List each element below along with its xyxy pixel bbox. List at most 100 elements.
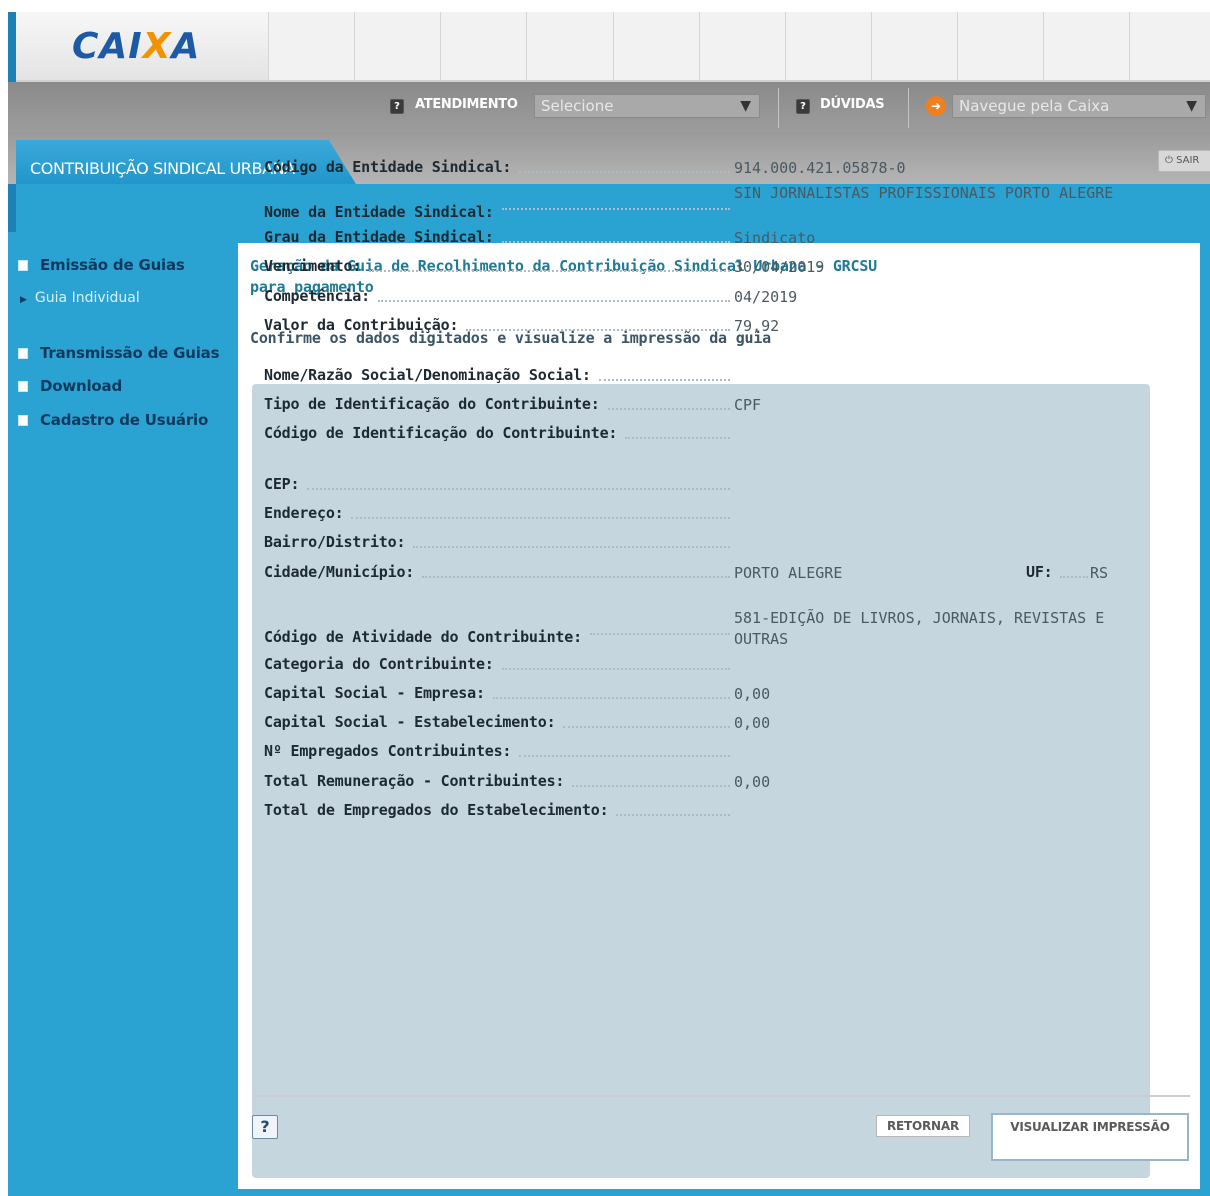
sidebar-item-emissao-guias[interactable]: Emissão de Guias <box>18 256 185 274</box>
dot-leader <box>501 241 730 243</box>
exit-button[interactable]: ⏻ SAIR <box>1158 150 1210 172</box>
header-cell <box>871 12 872 80</box>
dot-leader <box>625 437 730 439</box>
summary-row-value: 30/04/2019 <box>734 258 825 276</box>
summary-row-label: Vencimento: <box>264 257 362 275</box>
summary-row-value: 581-EDIÇÃO DE LIVROS, JORNAIS, REVISTAS … <box>734 609 1105 648</box>
summary-row-value: Sindicato <box>734 229 816 247</box>
dot-leader <box>519 755 730 757</box>
summary-row-label: Código de Atividade do Contribuinte: <box>264 628 582 646</box>
help-icon: ? <box>390 99 404 114</box>
header-cell <box>699 12 700 80</box>
arrow-right-icon: ➜ <box>926 96 946 116</box>
summary-row-label: Nº Empregados Contribuintes: <box>264 742 512 760</box>
duvidas-link[interactable]: DÚVIDAS <box>820 97 885 112</box>
dot-leader <box>563 726 730 728</box>
summary-row-label: Capital Social - Empresa: <box>264 684 485 702</box>
summary-row-label: Nome da Entidade Sindical: <box>264 203 494 221</box>
power-icon: ⏻ <box>1165 155 1173 166</box>
summary-row-label: Competência: <box>264 287 370 305</box>
tab-label: CONTRIBUIÇÃO SINDICAL URBANA <box>30 159 295 178</box>
header-cell <box>440 12 441 80</box>
bullet-icon <box>18 348 28 359</box>
toolbar-divider <box>908 88 909 128</box>
sidebar-item-cadastro-usuario[interactable]: Cadastro de Usuário <box>18 411 208 429</box>
chevron-down-icon: ▼ <box>1186 98 1197 114</box>
visualizar-impressao-button[interactable]: VISUALIZAR IMPRESSÃO <box>991 1113 1189 1161</box>
dot-leader <box>616 814 730 816</box>
bullet-icon <box>18 415 28 426</box>
header-cell <box>613 12 614 80</box>
logo-letter: A <box>99 26 129 67</box>
summary-row-value: 0,00 <box>734 685 771 703</box>
content-panel: Geração da Guia de Recolhimento da Contr… <box>238 158 1200 1189</box>
sidebar-item-label: Emissão de Guias <box>40 256 185 274</box>
summary-box: Código da Entidade Sindical: 914.000.421.… <box>252 158 1150 1178</box>
summary-row-value: 04/2019 <box>734 288 798 306</box>
dot-leader <box>413 546 730 548</box>
navegue-select-value: Navegue pela Caixa <box>959 97 1110 115</box>
summary-row-label: Capital Social - Estabelecimento: <box>264 713 556 731</box>
header-cell <box>957 12 958 80</box>
summary-row-label: Categoria do Contribuinte: <box>264 655 494 673</box>
header-cell <box>268 12 269 80</box>
logo-letter: I <box>128 26 143 67</box>
triangle-right-icon: ▶ <box>20 295 27 305</box>
sidebar-item-transmissao-guias[interactable]: Transmissão de Guias <box>18 344 220 362</box>
header-cell <box>526 12 527 80</box>
sidebar-item-label: Cadastro de Usuário <box>40 411 209 429</box>
logo-letter: A <box>171 26 201 67</box>
dot-leader <box>572 785 730 787</box>
atendimento-select[interactable]: Selecione ▼ <box>534 94 760 118</box>
sidebar-item-label: Transmissão de Guias <box>40 344 220 362</box>
summary-row-label: Código da Entidade Sindical: <box>264 158 512 176</box>
atendimento-select-value: Selecione <box>541 97 614 115</box>
dot-leader <box>369 270 730 272</box>
summary-row-label: Cidade/Município: <box>264 563 415 581</box>
summary-row-label: Bairro/Distrito: <box>264 533 406 551</box>
dot-leader <box>1060 576 1088 578</box>
toolbar-divider <box>778 88 779 128</box>
summary-row-label: Total de Empregados do Estabelecimento: <box>264 801 609 819</box>
summary-row-label: Código de Identificação do Contribuinte: <box>264 424 618 442</box>
bullet-icon <box>18 381 28 392</box>
navegue-select[interactable]: Navegue pela Caixa ▼ <box>952 94 1206 118</box>
summary-row-label: Tipo de Identificação do Contribuinte: <box>264 395 600 413</box>
dot-leader <box>377 300 730 302</box>
header-cell <box>354 12 355 80</box>
atendimento-label[interactable]: ATENDIMENTO <box>415 97 518 112</box>
summary-row-label: CEP: <box>264 475 300 493</box>
uf-value: RS <box>1090 564 1109 582</box>
sidebar-item-download[interactable]: Download <box>18 377 122 395</box>
header-cell <box>1043 12 1044 80</box>
site-header: CAIXA <box>16 12 1210 82</box>
top-toolbar: ? ATENDIMENTO Selecione ▼ ? DÚVIDAS ➜ Na… <box>8 82 1210 132</box>
footer-divider <box>252 1095 1190 1097</box>
dot-leader <box>492 697 730 699</box>
dot-leader <box>307 488 730 490</box>
summary-row-label: Nome/Razão Social/Denominação Social: <box>264 366 591 384</box>
summary-row-label: Valor da Contribuição: <box>264 316 459 334</box>
dot-leader <box>589 633 730 635</box>
summary-row-value: SIN JORNALISTAS PROFISSIONAIS PORTO ALEG… <box>734 184 1114 202</box>
sidebar-item-label: Download <box>40 377 122 395</box>
logo-area[interactable]: CAIXA <box>16 12 268 80</box>
help-button[interactable]: ? <box>252 1115 278 1139</box>
dot-leader <box>501 668 730 670</box>
summary-row-value: 0,00 <box>734 773 771 791</box>
sidebar-subitem-guia-individual[interactable]: ▶ Guia Individual <box>20 290 140 306</box>
dot-leader <box>501 208 730 210</box>
uf-label: UF: <box>1026 563 1053 581</box>
summary-row-value: 0,00 <box>734 714 771 732</box>
retornar-button[interactable]: RETORNAR <box>876 1115 970 1137</box>
header-cell <box>1129 12 1130 80</box>
chevron-down-icon: ▼ <box>740 98 751 114</box>
bullet-icon <box>18 260 28 271</box>
summary-row-value: CPF <box>734 396 762 414</box>
exit-label: SAIR <box>1176 155 1200 166</box>
dot-leader <box>598 379 730 381</box>
logo-letter: C <box>72 26 100 67</box>
dot-leader <box>466 329 730 331</box>
dot-leader <box>519 171 730 173</box>
caixa-logo[interactable]: CAIXA <box>72 26 200 67</box>
